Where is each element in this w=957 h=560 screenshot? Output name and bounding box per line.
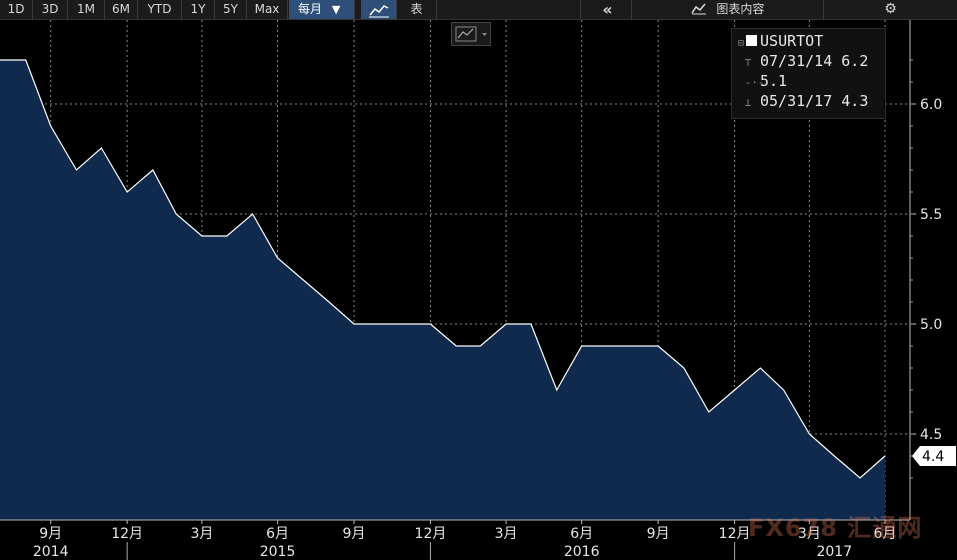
x-tick-label: 3月: [495, 526, 518, 542]
y-tick-label: 5.0: [920, 317, 942, 333]
range-max-button[interactable]: Max: [247, 0, 288, 19]
high-marker-icon: ⊤: [738, 56, 752, 69]
line-chart-icon: [368, 5, 389, 18]
x-tick-label: 12月: [719, 526, 751, 542]
range-6m-button[interactable]: 6M: [105, 0, 138, 19]
legend-avg-row: -·-5.1: [738, 71, 787, 91]
y-tick-label: 4.5: [920, 427, 942, 443]
x-tick-label: 9月: [343, 526, 366, 542]
legend-ticker-row: ⊟ USURTOT: [738, 31, 823, 51]
watermark-logo: FX678 汇通网: [748, 514, 923, 542]
year-label: 2014: [33, 544, 69, 560]
x-tick-label: 12月: [111, 526, 143, 542]
chart-content-label: 图表内容: [716, 2, 765, 16]
chevron-down-icon: ▼: [331, 3, 341, 16]
settings-button[interactable]: ⚙: [824, 0, 957, 19]
year-label: 2017: [816, 544, 852, 560]
range-1d-button[interactable]: 1D: [0, 0, 33, 19]
series-layer: [0, 59, 886, 520]
legend-low: 05/31/17 4.3: [760, 92, 869, 110]
year-label: 2015: [260, 544, 296, 560]
last-value-marker: 4.4: [912, 446, 956, 466]
legend-ticker: USURTOT: [760, 32, 824, 50]
year-label: 2016: [564, 544, 600, 560]
low-marker-icon: ⊥: [738, 96, 752, 109]
area-chart-icon: [690, 3, 706, 15]
double-chevron-left-icon: ‹‹: [602, 0, 612, 19]
gear-icon: ⚙: [884, 1, 897, 17]
y-tick-label: 6.0: [920, 97, 942, 113]
legend-avg: 5.1: [760, 72, 788, 90]
series-area: [0, 60, 885, 520]
legend-high: 07/31/14 6.2: [760, 52, 869, 70]
range-3d-button[interactable]: 3D: [33, 0, 68, 19]
x-tick-label: 9月: [39, 526, 62, 542]
line-chart-icon: [455, 26, 487, 42]
range-1m-button[interactable]: 1M: [68, 0, 105, 19]
x-tick-label: 12月: [415, 526, 447, 542]
x-tick-label: 6月: [570, 526, 593, 542]
back-button[interactable]: ‹‹: [580, 0, 632, 19]
legend-low-row: ⊥ 05/31/17 4.3: [738, 91, 869, 111]
line-chart-view-button[interactable]: [361, 0, 397, 19]
average-marker-icon: -·-: [738, 76, 765, 89]
series-swatch: [746, 35, 758, 46]
x-tick-label: 9月: [647, 526, 670, 542]
x-tick-label: 6月: [266, 526, 289, 542]
toolbar: 1D 3D 1M 6M YTD 1Y 5Y Max 每月 ▼ 表 ‹‹ 图表内容…: [0, 0, 957, 20]
legend: ⊟ USURTOT ⊤ 07/31/14 6.2 -·-5.1 ⊥ 05/31/17 …: [731, 28, 886, 119]
chart-content-button[interactable]: 图表内容: [632, 0, 824, 19]
range-5y-button[interactable]: 5Y: [215, 0, 247, 19]
legend-high-row: ⊤ 07/31/14 6.2: [738, 51, 869, 71]
table-view-button[interactable]: 表: [397, 0, 437, 19]
range-ytd-button[interactable]: YTD: [138, 0, 182, 19]
y-tick-label: 5.5: [920, 207, 942, 223]
range-1y-button[interactable]: 1Y: [182, 0, 215, 19]
chart-type-selector[interactable]: [451, 22, 491, 46]
x-tick-label: 3月: [190, 526, 213, 542]
last-value-label: 4.4: [922, 449, 944, 465]
frequency-dropdown[interactable]: 每月 ▼: [289, 0, 355, 19]
frequency-label: 每月: [298, 2, 323, 16]
